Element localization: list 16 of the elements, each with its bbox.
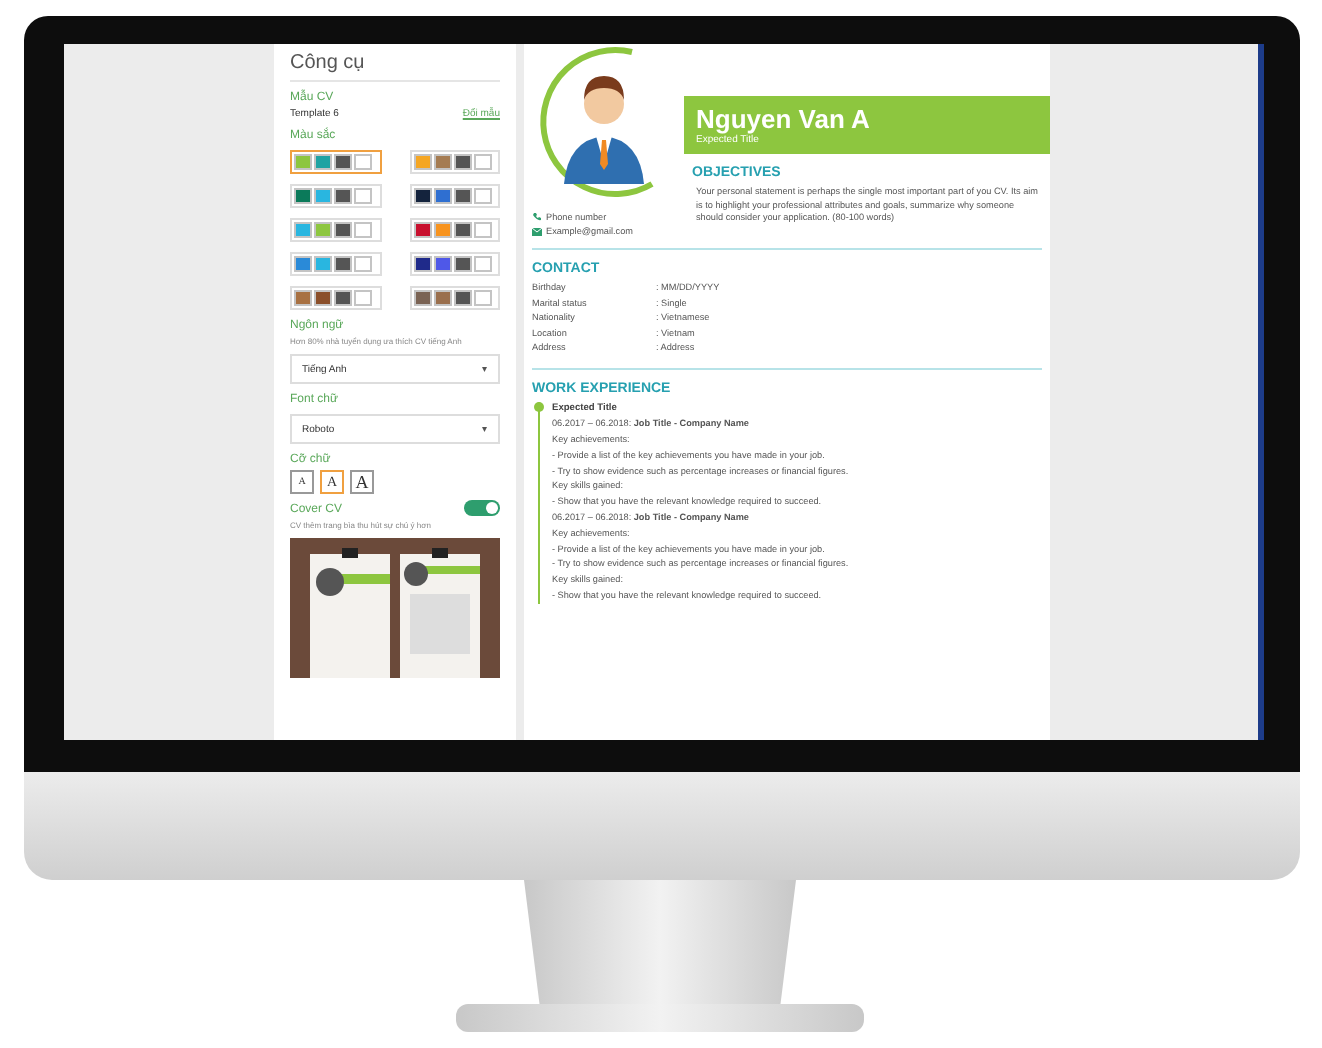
- mail-icon: [532, 227, 542, 235]
- color-palette[interactable]: [409, 184, 500, 208]
- color-palette[interactable]: [290, 286, 381, 310]
- color-palette[interactable]: [290, 218, 381, 242]
- panel-title: Công cụ: [290, 52, 500, 82]
- color-palette[interactable]: [290, 184, 381, 208]
- color-palette[interactable]: [409, 286, 500, 310]
- color-palette[interactable]: [409, 218, 500, 242]
- color-palette[interactable]: [409, 150, 500, 174]
- color-palette[interactable]: [409, 252, 500, 276]
- color-palette[interactable]: [290, 150, 381, 174]
- font-size-button[interactable]: A: [350, 470, 374, 494]
- color-palette[interactable]: [290, 252, 381, 276]
- cover-toggle[interactable]: [464, 499, 500, 515]
- phone-icon: [532, 212, 542, 222]
- cv-name: Nguyen Van A: [696, 104, 872, 134]
